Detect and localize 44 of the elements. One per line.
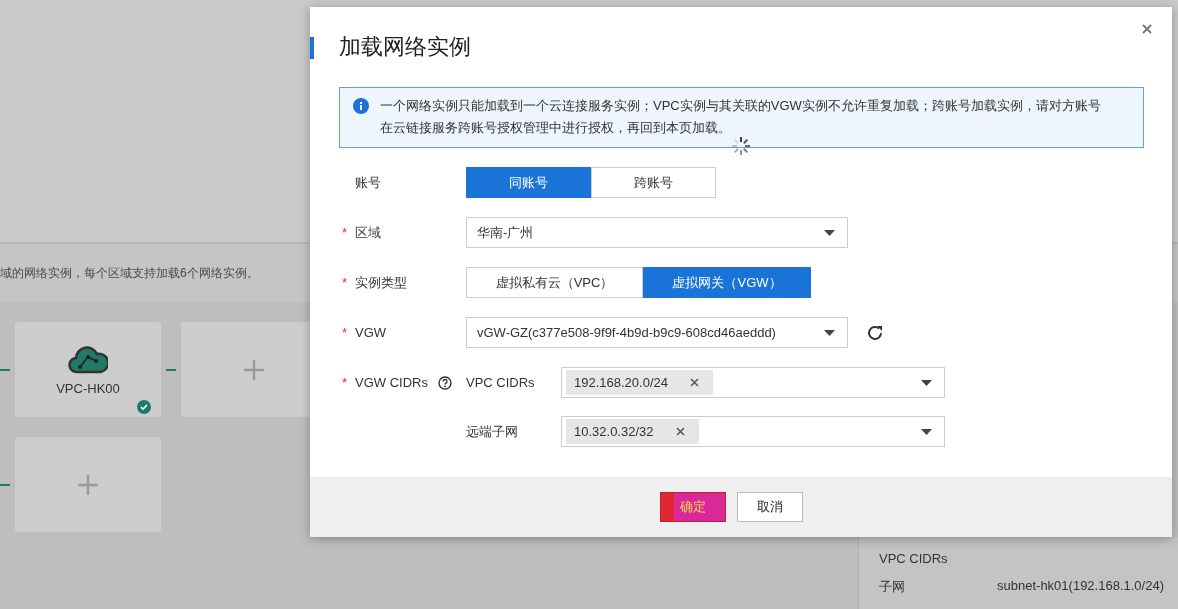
dialog-title: 加载网络实例 xyxy=(339,33,471,61)
remove-icon[interactable] xyxy=(675,427,685,436)
field-label: VPC CIDRs xyxy=(466,375,536,390)
detail-label: VPC CIDRs xyxy=(879,551,948,566)
field-label: 账号 xyxy=(355,173,381,192)
notice-text: 域的网络实例，每个区域支持加载6个网络实例。 xyxy=(0,264,259,282)
dropdown-arrow-icon xyxy=(921,428,932,435)
help-icon[interactable] xyxy=(437,375,452,390)
field-label: 远端子网 xyxy=(466,422,519,441)
field-label: 实例类型 xyxy=(355,273,407,292)
segment-tab[interactable]: 虚拟私有云（VPC） xyxy=(466,267,643,298)
cidr-tag: 192.168.20.0/24 xyxy=(566,370,713,395)
multi-select-field[interactable]: 10.32.0.32/32 xyxy=(561,416,945,447)
instance-card[interactable]: VPC-HK00 xyxy=(15,322,161,417)
info-icon xyxy=(353,98,369,114)
plus-icon xyxy=(243,358,265,381)
notice-text: 一个网络实例只能加载到一个云连接服务实例；VPC实例与其关联的VGW实例不允许重复加载；跨账号加载实例，请对方账号在云链接服务跨账号授权管理中进行授权，再回到本页加载。 xyxy=(380,98,1101,135)
segment-tab[interactable]: 虚拟网关（VGW） xyxy=(643,267,811,298)
close-icon[interactable] xyxy=(1142,24,1152,34)
loading-spinner-icon xyxy=(730,135,752,157)
required-asterisk: * xyxy=(342,275,349,290)
instance-name: VPC-HK00 xyxy=(56,381,120,396)
cloud-network-icon xyxy=(68,343,108,375)
dropdown-arrow-icon xyxy=(824,229,835,236)
field-label: VGW xyxy=(355,325,387,340)
segment-tab[interactable]: 跨账号 xyxy=(591,167,716,198)
detail-label: 子网 xyxy=(879,578,905,596)
field-label: VGW CIDRs xyxy=(355,375,428,390)
required-asterisk: * xyxy=(342,325,349,340)
dropdown-field[interactable]: vGW-GZ(c377e508-9f9f-4b9d-b9c9-608cd46aeddd) xyxy=(466,317,848,348)
multi-select-field[interactable]: 192.168.20.0/24 xyxy=(561,367,945,398)
required-asterisk: * xyxy=(342,375,349,390)
plus-icon xyxy=(77,473,99,496)
segment-tab[interactable]: 同账号 xyxy=(466,167,591,198)
refresh-icon[interactable] xyxy=(866,323,884,342)
required-asterisk: * xyxy=(342,225,349,240)
cancel-button[interactable]: 取消 xyxy=(736,492,803,522)
field-label: 区域 xyxy=(355,223,381,242)
dropdown-arrow-icon xyxy=(824,329,835,336)
dropdown-field[interactable]: 华南-广州 xyxy=(466,217,848,248)
detail-value: subnet-hk01(192.168.1.0/24) xyxy=(997,578,1164,595)
cidr-tag: 10.32.0.32/32 xyxy=(566,419,699,444)
remove-icon[interactable] xyxy=(690,378,699,387)
dropdown-arrow-icon xyxy=(921,379,932,386)
